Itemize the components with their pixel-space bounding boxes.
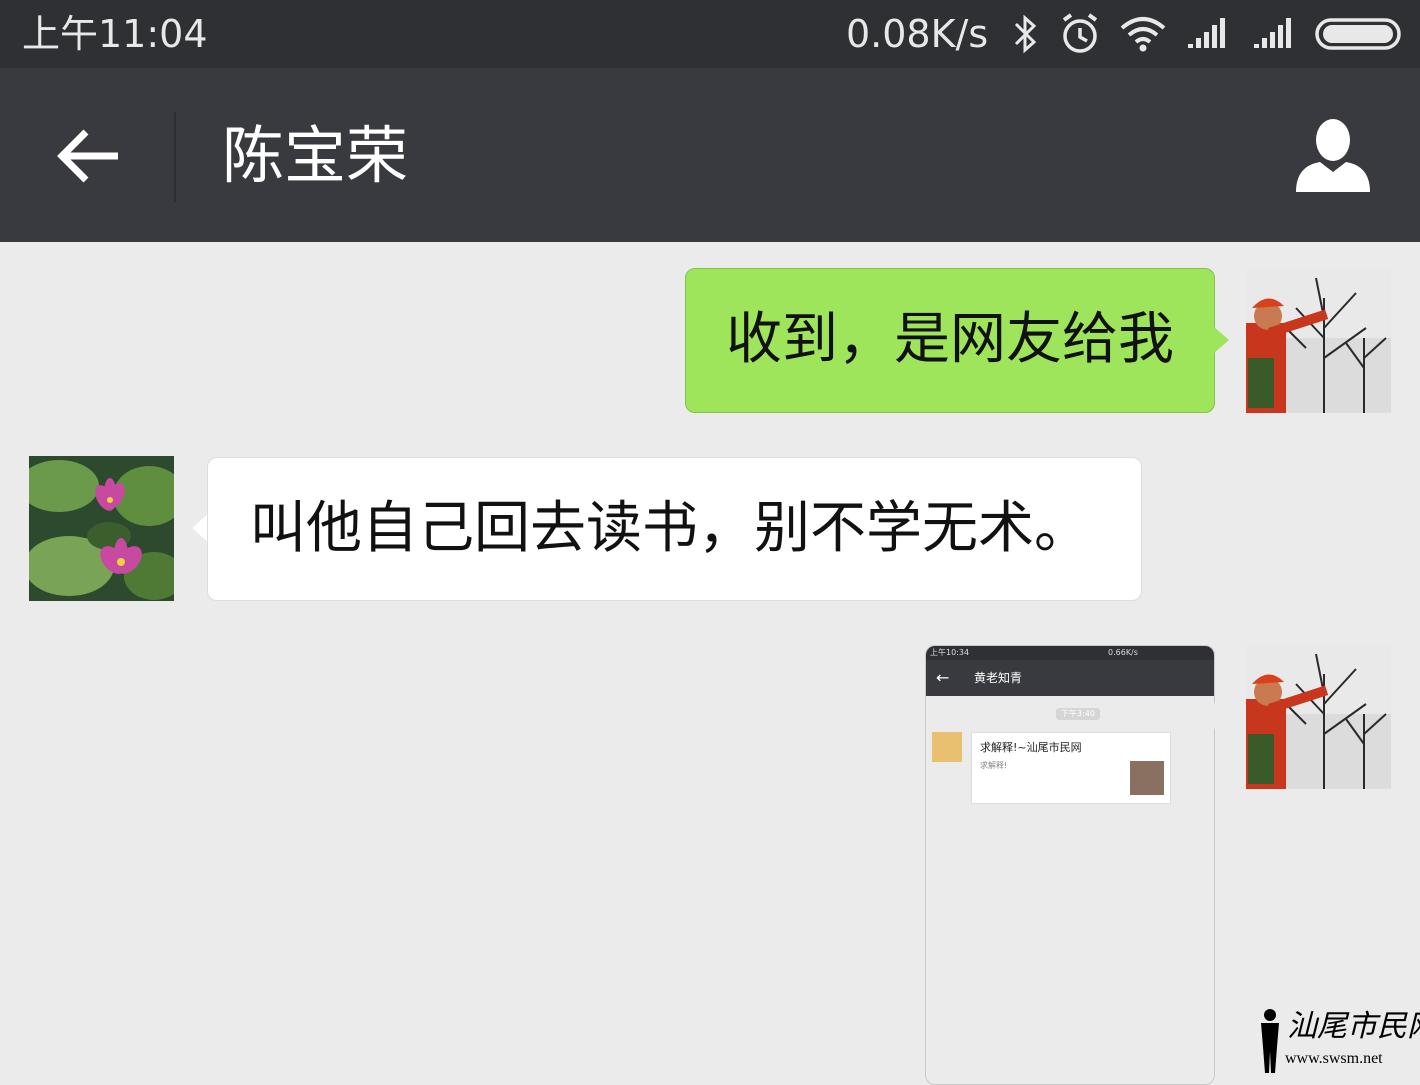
status-bar: 上午11:04 0.08K/s xyxy=(0,0,1420,68)
screenshot-speed: 0.66K/s xyxy=(1108,648,1138,657)
card-thumbnail xyxy=(1130,761,1164,795)
person-silhouette-icon xyxy=(1261,1009,1279,1073)
received-bubble[interactable]: 叫他自己回去读书，别不学无术。 xyxy=(207,457,1142,601)
message-text: 叫他自己回去读书，别不学无术。 xyxy=(250,496,1090,561)
watermark-site-name: 汕尾市民网 xyxy=(1287,1009,1420,1044)
bubble-tail xyxy=(192,514,208,542)
sent-bubble[interactable]: 收到，是网友给我 xyxy=(685,268,1215,413)
avatar xyxy=(932,732,962,762)
battery-icon xyxy=(1315,18,1401,50)
signal-icon xyxy=(1188,18,1225,48)
bluetooth-icon xyxy=(1014,14,1037,54)
image-message[interactable]: 上午10:34 0.66K/s ← 黄老知青 下午3:40 求解释!~汕尾市民网… xyxy=(925,645,1215,1085)
chat-header: 陈宝荣 xyxy=(0,68,1420,242)
network-speed: 0.08K/s xyxy=(846,12,989,56)
arrow-left-icon: ← xyxy=(936,668,950,687)
man-pointing-at-tree-photo xyxy=(1246,644,1391,789)
avatar[interactable] xyxy=(29,456,174,601)
alarm-icon xyxy=(1062,13,1098,53)
bubble-tail xyxy=(1213,702,1229,730)
message-text: 收到，是网友给我 xyxy=(726,307,1174,372)
man-pointing-at-tree-photo xyxy=(1246,268,1391,413)
card-subtitle: 求解释! xyxy=(980,761,1008,770)
screenshot-time: 上午10:34 xyxy=(930,648,970,657)
avatar[interactable] xyxy=(1246,268,1391,413)
site-watermark: 汕尾市民网 www.swsm.net xyxy=(1255,1005,1420,1075)
screenshot-link-card: 求解释!~汕尾市民网 求解释! xyxy=(971,732,1171,804)
card-title: 求解释!~汕尾市民网 xyxy=(980,741,1082,754)
avatar[interactable] xyxy=(1246,644,1391,789)
person-icon[interactable] xyxy=(1292,116,1374,196)
bubble-tail xyxy=(1213,326,1229,354)
water-lily-photo xyxy=(29,456,174,601)
status-time: 上午11:04 xyxy=(22,12,208,56)
signal-icon xyxy=(1254,18,1291,48)
arrow-left-icon[interactable] xyxy=(52,120,124,192)
watermark-url: www.swsm.net xyxy=(1285,1050,1383,1067)
screenshot-time-pill: 下午3:40 xyxy=(1056,708,1100,720)
chat-title: 陈宝荣 xyxy=(222,119,409,192)
wifi-icon xyxy=(1120,17,1166,52)
screenshot-header: ← 黄老知青 xyxy=(926,660,1214,696)
screenshot-title: 黄老知青 xyxy=(974,671,1023,685)
header-divider xyxy=(174,112,176,202)
screenshot-status-bar: 上午10:34 0.66K/s xyxy=(926,646,1214,660)
